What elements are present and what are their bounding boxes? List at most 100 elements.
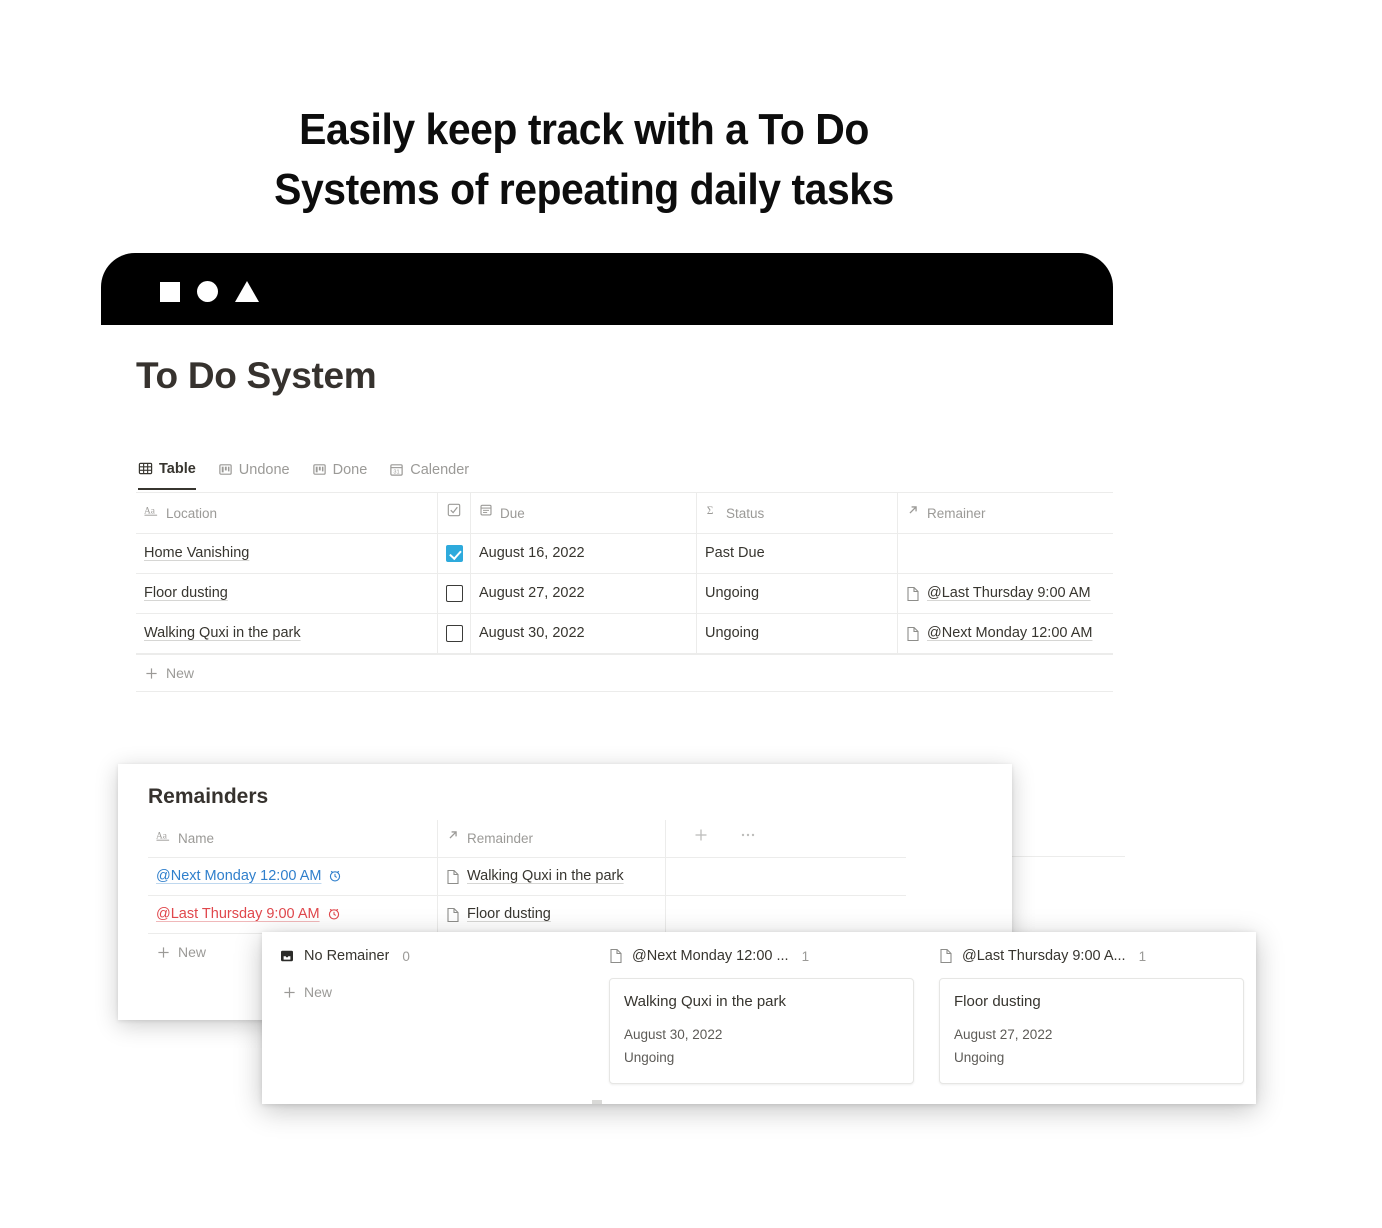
page-icon	[609, 948, 623, 964]
plus-icon	[157, 946, 170, 959]
alarm-clock-icon	[328, 866, 342, 883]
board-card[interactable]: Walking Quxi in the park August 30, 2022…	[609, 978, 914, 1084]
board-column-last-thursday: @Last Thursday 9:00 A... 1 Floor dusting…	[939, 948, 1256, 1084]
cell-remainer[interactable]: @Next Monday 12:00 AM	[898, 614, 1113, 653]
tab-calender-label: Calender	[410, 461, 470, 478]
relation-arrow-icon	[446, 828, 460, 842]
remainders-row[interactable]: @Last Thursday 9:00 AM Floor dusting	[148, 896, 906, 934]
table-row[interactable]: Floor dusting August 27, 2022 Ungoing @L…	[136, 574, 1113, 614]
cell-status-text: Past Due	[705, 545, 765, 561]
sigma-icon: Σ	[705, 503, 719, 517]
board-panel: No Remainer 0 New @Next Monday 12:00 ...…	[262, 932, 1256, 1104]
add-new-row-button[interactable]: New	[136, 654, 1113, 691]
cell-name[interactable]: @Next Monday 12:00 AM	[148, 858, 438, 895]
tab-table[interactable]: Table	[138, 456, 196, 490]
checkbox-icon	[447, 503, 461, 517]
checkbox-unchecked-icon[interactable]	[445, 585, 463, 602]
board-column-count: 1	[801, 948, 810, 964]
cell-status[interactable]: Past Due	[697, 534, 898, 573]
table-row[interactable]: Walking Quxi in the park August 30, 2022…	[136, 614, 1113, 654]
remainders-add-new-label: New	[178, 944, 207, 960]
column-header-remainder[interactable]: Remainder	[438, 820, 666, 857]
cell-remainer[interactable]	[898, 534, 1113, 573]
cell-due[interactable]: August 30, 2022	[471, 614, 697, 653]
checkbox-checked-icon[interactable]	[445, 545, 463, 562]
plus-icon	[283, 986, 296, 999]
column-header-location[interactable]: Aa Location	[136, 493, 438, 533]
cell-name-text: @Last Thursday 9:00 AM	[156, 906, 320, 922]
cell-location-text: Walking Quxi in the park	[144, 625, 301, 641]
headline-line-1: Easily keep track with a To Do	[299, 105, 869, 154]
column-header-name[interactable]: Aa Name	[148, 820, 438, 857]
cell-name[interactable]: @Last Thursday 9:00 AM	[148, 896, 438, 933]
cell-location[interactable]: Floor dusting	[136, 574, 438, 613]
cell-status[interactable]: Ungoing	[697, 574, 898, 613]
cell-remainer[interactable]: @Last Thursday 9:00 AM	[898, 574, 1113, 613]
plus-icon	[145, 667, 158, 680]
cell-due[interactable]: August 16, 2022	[471, 534, 697, 573]
add-column-button[interactable]	[694, 828, 708, 842]
page-icon	[446, 904, 460, 923]
cell-empty	[666, 858, 906, 895]
cell-status-text: Ungoing	[705, 585, 760, 601]
board-card-title: Walking Quxi in the park	[624, 993, 787, 1010]
cell-location[interactable]: Walking Quxi in the park	[136, 614, 438, 653]
board-column-title: No Remainer	[304, 948, 390, 964]
tab-done[interactable]: Done	[312, 456, 367, 490]
table-header-row: Aa Location Due Σ Status Remainer	[136, 493, 1113, 534]
column-header-status[interactable]: Σ Status	[697, 493, 898, 533]
board-icon	[312, 462, 327, 477]
page-icon	[939, 948, 953, 964]
board-card[interactable]: Floor dusting August 27, 2022 Ungoing	[939, 978, 1244, 1084]
todo-table: Aa Location Due Σ Status Remainer Home V…	[136, 492, 1113, 692]
board-column-header[interactable]: @Last Thursday 9:00 A... 1	[939, 948, 1256, 978]
cell-remainder-text: Floor dusting	[467, 906, 551, 922]
board-column-count: 0	[402, 948, 410, 964]
board-column-header[interactable]: No Remainer 0	[279, 948, 609, 978]
cell-remainder[interactable]: Walking Quxi in the park	[438, 858, 666, 895]
date-icon	[479, 503, 493, 517]
page-icon	[906, 623, 920, 642]
remainders-row[interactable]: @Next Monday 12:00 AM Walking Quxi in th…	[148, 858, 906, 896]
board-column-next-monday: @Next Monday 12:00 ... 1 Walking Quxi in…	[609, 948, 939, 1084]
column-header-remainer[interactable]: Remainer	[898, 493, 1113, 533]
board-icon	[218, 462, 233, 477]
column-header-checkbox[interactable]	[438, 493, 471, 533]
column-header-due-label: Due	[500, 506, 525, 521]
checkbox-unchecked-icon[interactable]	[445, 625, 463, 642]
ellipsis-icon[interactable]	[740, 828, 756, 842]
cell-status[interactable]: Ungoing	[697, 614, 898, 653]
page-icon	[906, 583, 920, 602]
tab-undone-label: Undone	[238, 461, 290, 478]
headline-line-2: Systems of repeating daily tasks	[274, 165, 894, 214]
tab-undone[interactable]: Undone	[218, 456, 290, 490]
board-card-date: August 30, 2022	[624, 1027, 723, 1042]
chrome-shape-group	[160, 281, 259, 302]
board-card-status: Ungoing	[954, 1050, 1005, 1065]
cell-remainer-text: @Next Monday 12:00 AM	[927, 625, 1093, 641]
relation-arrow-icon	[906, 503, 920, 517]
text-aa-icon: Aa	[156, 828, 171, 843]
cell-checkbox[interactable]	[438, 574, 471, 613]
table-row[interactable]: Home Vanishing August 16, 2022 Past Due	[136, 534, 1113, 574]
cell-status-text: Ungoing	[705, 625, 760, 641]
square-icon	[160, 281, 180, 302]
tab-calender[interactable]: 31 Calender	[389, 456, 469, 490]
board-column-count: 1	[1138, 948, 1147, 964]
cell-due[interactable]: August 27, 2022	[471, 574, 697, 613]
cell-checkbox[interactable]	[438, 614, 471, 653]
board-column-header[interactable]: @Next Monday 12:00 ... 1	[609, 948, 939, 978]
background-divider	[1012, 856, 1125, 857]
cell-due-text: August 16, 2022	[479, 545, 585, 561]
cell-remainer-text: @Last Thursday 9:00 AM	[927, 585, 1091, 601]
board-column-no-remainer: No Remainer 0 New	[279, 948, 609, 1084]
board-add-new-label: New	[304, 984, 333, 1000]
board-add-new-button[interactable]: New	[279, 978, 609, 1000]
inbox-icon	[279, 948, 295, 964]
column-header-due[interactable]: Due	[471, 493, 697, 533]
cell-checkbox[interactable]	[438, 534, 471, 573]
cell-empty	[666, 896, 906, 933]
cell-location[interactable]: Home Vanishing	[136, 534, 438, 573]
board-card-title: Floor dusting	[954, 993, 1041, 1010]
cell-remainder[interactable]: Floor dusting	[438, 896, 666, 933]
